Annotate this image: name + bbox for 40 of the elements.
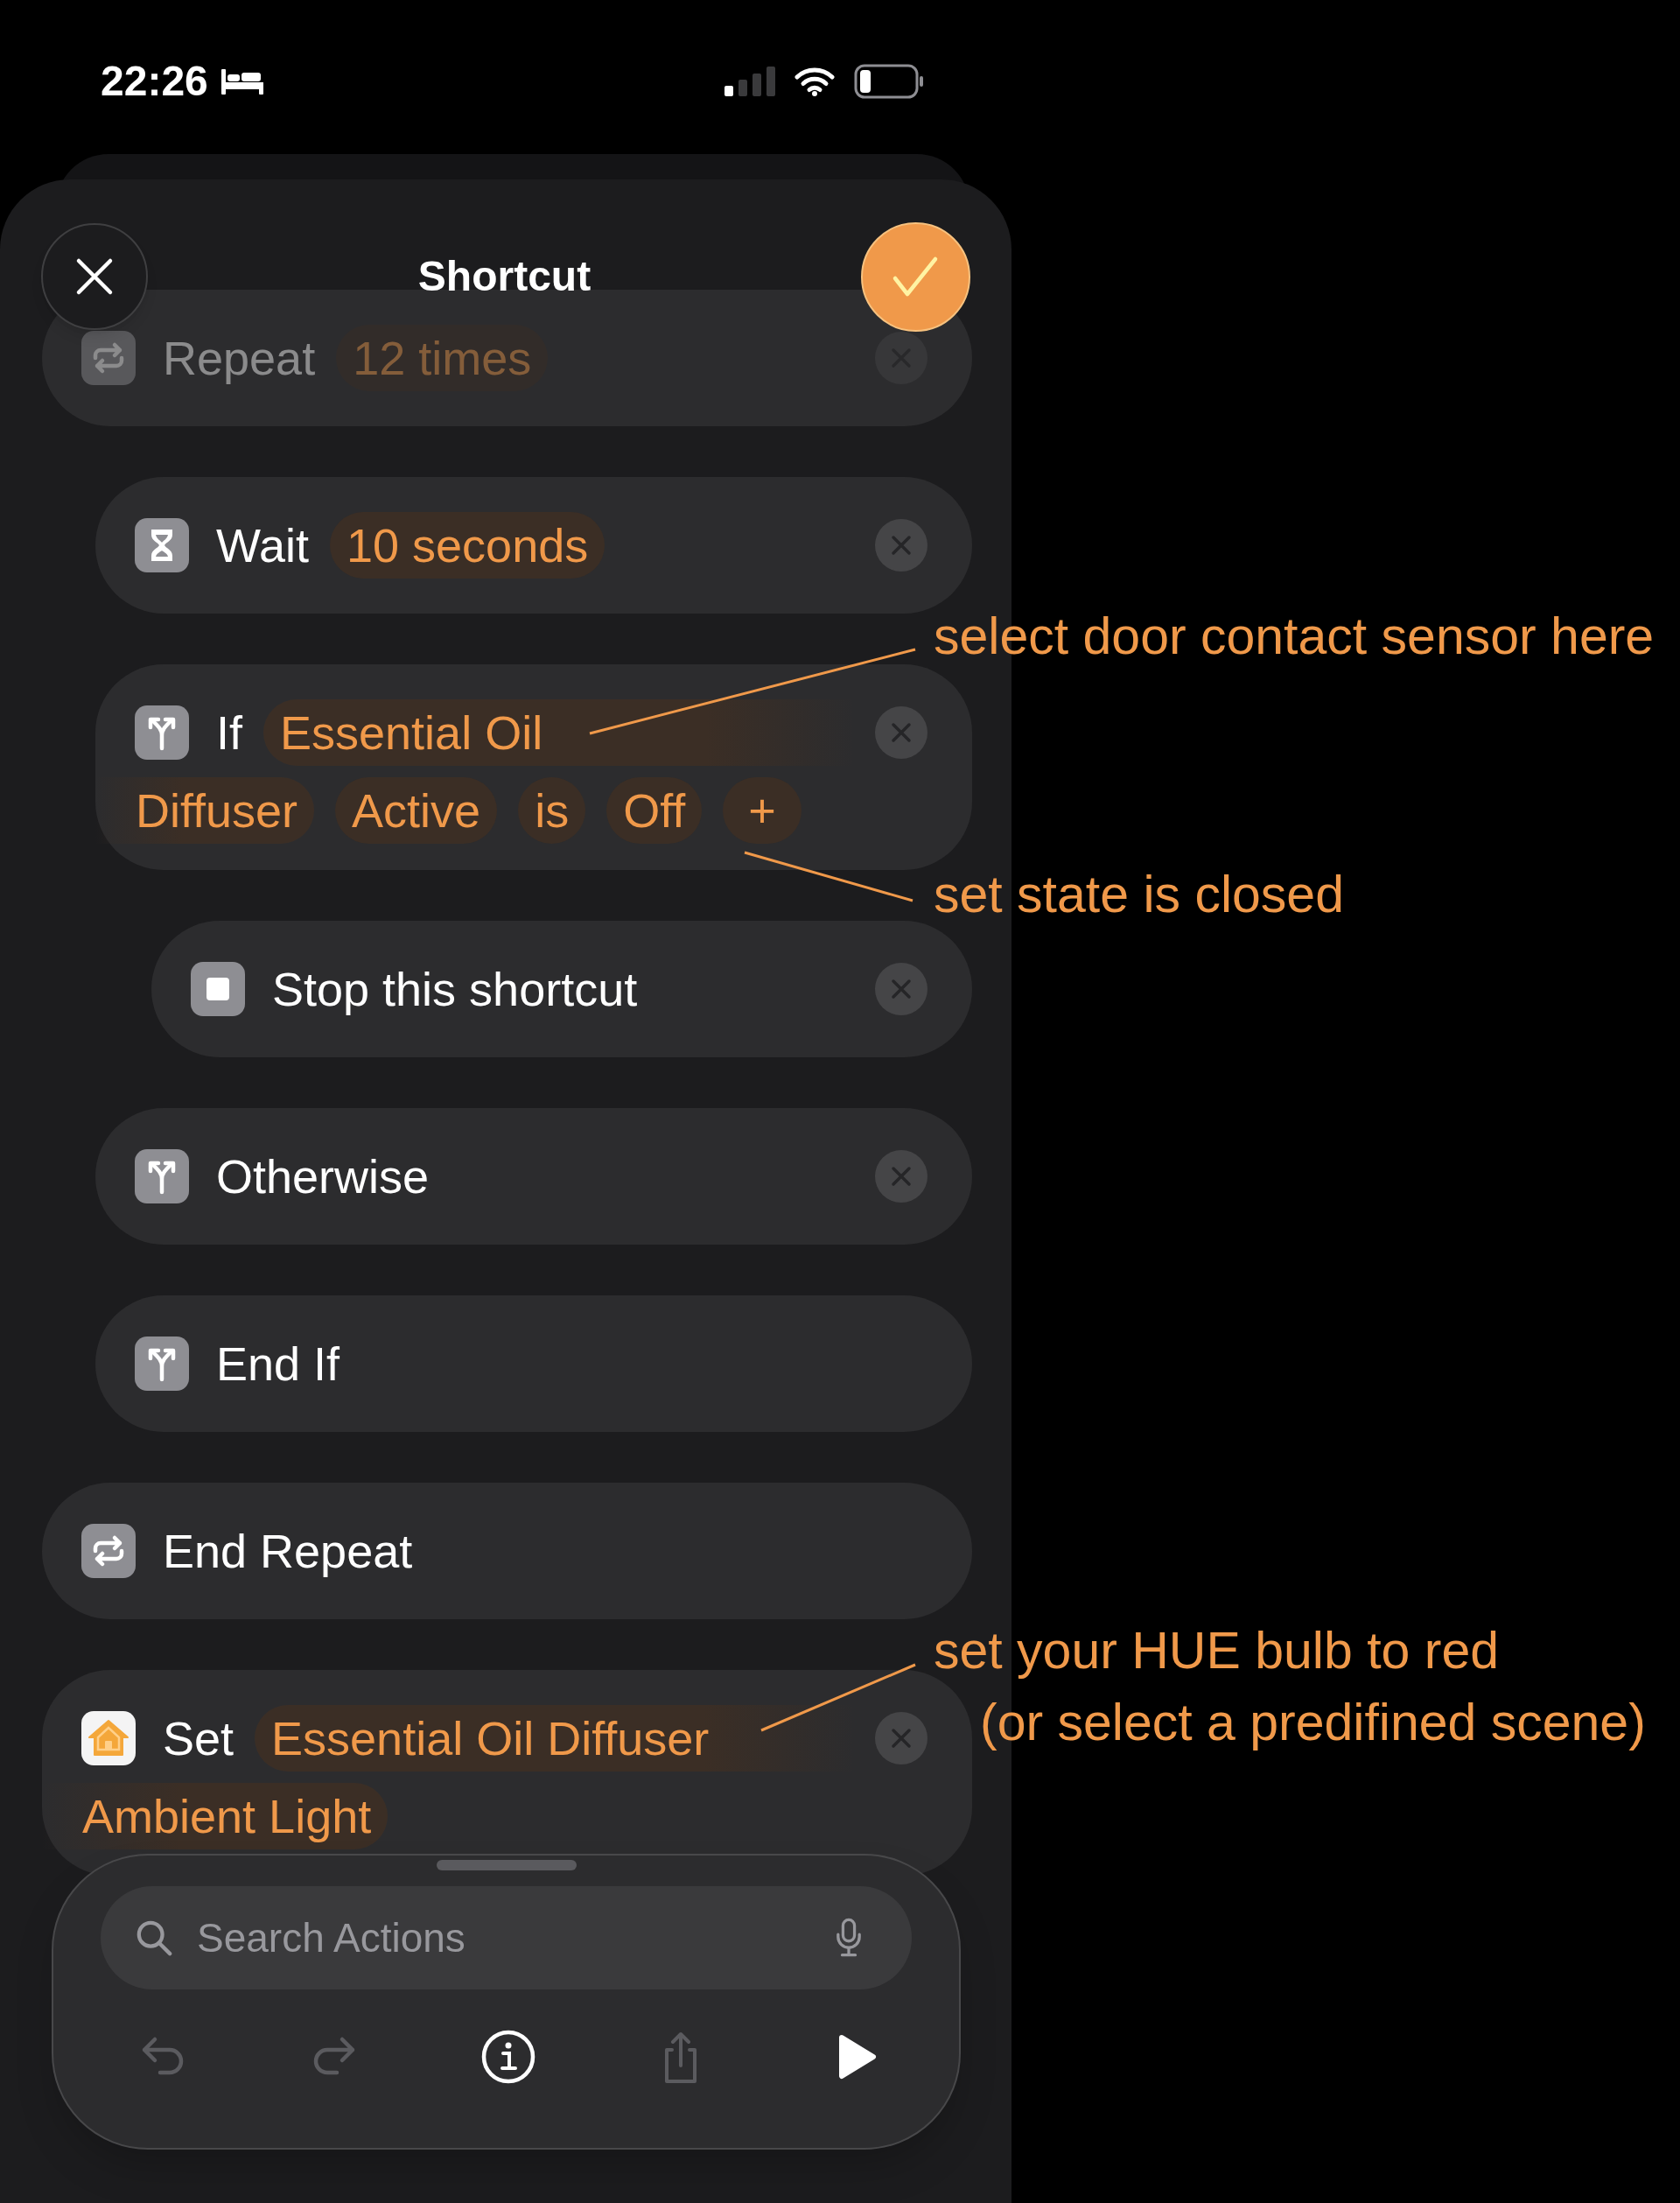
- parameter-token[interactable]: 10 seconds: [330, 512, 606, 579]
- wifi-icon: [794, 67, 835, 96]
- branch-icon: [135, 1149, 189, 1203]
- repeat-icon: [81, 1524, 136, 1578]
- repeat-icon: [81, 331, 136, 385]
- branch-icon: [135, 1337, 189, 1391]
- info-icon: [480, 2029, 536, 2085]
- parameter-token[interactable]: Active: [335, 777, 498, 844]
- x-icon: [891, 979, 912, 1000]
- x-icon: [891, 722, 912, 743]
- action-label: Set: [163, 1715, 234, 1762]
- close-icon: [75, 257, 114, 296]
- search-icon: [136, 1919, 172, 1956]
- annotation-note: set your HUE bulb to red (or select a predifined scene): [934, 1621, 1646, 1753]
- sheet-title: Shortcut: [417, 256, 592, 298]
- branch-icon: [135, 705, 189, 760]
- microphone-icon[interactable]: [836, 1918, 862, 1958]
- action-label: If: [216, 709, 242, 756]
- bed-icon: [220, 68, 263, 95]
- action-label: End If: [216, 1340, 340, 1387]
- search-field[interactable]: Search Actions: [101, 1886, 912, 1989]
- parameter-token[interactable]: Off: [606, 777, 703, 844]
- drag-handle[interactable]: [436, 1860, 577, 1870]
- x-icon: [891, 535, 912, 556]
- stop-icon: [191, 962, 245, 1016]
- checkmark-icon: [892, 256, 940, 298]
- action-label: Otherwise: [216, 1153, 430, 1200]
- battery-icon: [854, 64, 924, 99]
- parameter-token[interactable]: is: [518, 777, 586, 844]
- add-button[interactable]: +: [723, 777, 802, 844]
- annotation-note: select door contact sensor here: [934, 607, 1655, 667]
- x-icon: [891, 1728, 912, 1749]
- status-time: 22:26: [101, 60, 208, 102]
- house-icon: [81, 1711, 136, 1765]
- x-icon: [891, 1166, 912, 1187]
- annotation-note: set state is closed: [934, 865, 1344, 925]
- info-button[interactable]: [480, 2029, 536, 2085]
- hourglass-icon: [135, 518, 189, 572]
- action-label: Wait: [216, 522, 309, 569]
- signal-icon: [724, 67, 775, 96]
